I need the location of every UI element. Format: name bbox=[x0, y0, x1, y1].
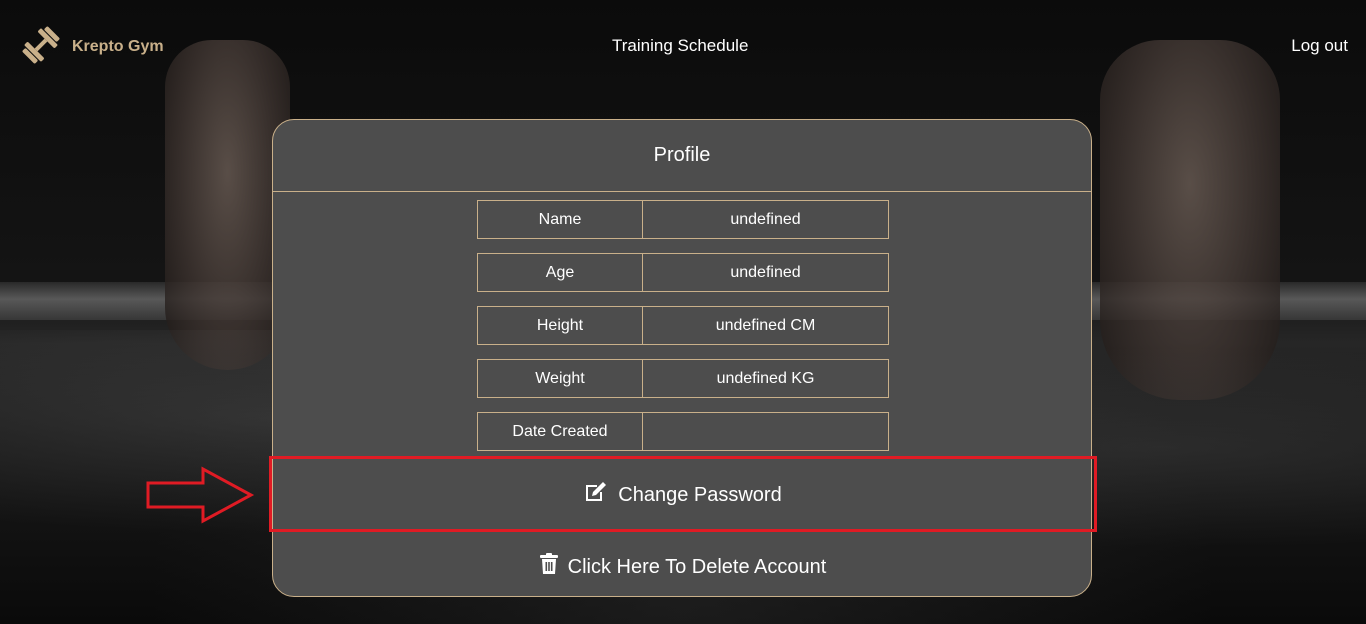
delete-account-label: Click Here To Delete Account bbox=[567, 555, 827, 578]
change-password-button[interactable]: Change Password bbox=[273, 460, 1093, 530]
row-label: Weight bbox=[478, 360, 643, 397]
row-label: Height bbox=[478, 307, 643, 344]
nav-logout-link[interactable]: Log out bbox=[1291, 36, 1348, 56]
delete-account-button[interactable]: Click Here To Delete Account bbox=[273, 540, 1093, 594]
profile-info-table: Name undefined Age undefined Height unde… bbox=[477, 200, 889, 465]
profile-card: Profile Name undefined Age undefined Hei… bbox=[272, 119, 1092, 597]
profile-row-weight: Weight undefined KG bbox=[477, 359, 889, 398]
brand-name: Krepto Gym bbox=[72, 38, 164, 55]
dumbbell-icon bbox=[20, 24, 62, 70]
nav-training-schedule-link[interactable]: Training Schedule bbox=[612, 36, 748, 56]
row-label: Date Created bbox=[478, 413, 643, 450]
row-value: undefined CM bbox=[715, 316, 816, 334]
row-value: undefined bbox=[730, 263, 801, 281]
row-value bbox=[643, 413, 888, 450]
profile-card-header: Profile bbox=[273, 120, 1091, 192]
trash-icon bbox=[539, 553, 558, 581]
profile-row-name: Name undefined bbox=[477, 200, 889, 239]
profile-title: Profile bbox=[653, 144, 711, 166]
top-navbar: Krepto Gym Training Schedule Log out bbox=[0, 0, 1366, 92]
row-value: undefined bbox=[730, 210, 801, 228]
row-label: Age bbox=[478, 254, 643, 291]
profile-row-date-created: Date Created bbox=[477, 412, 889, 451]
change-password-label: Change Password bbox=[618, 483, 782, 506]
profile-row-age: Age undefined bbox=[477, 253, 889, 292]
annotation-arrow-icon bbox=[145, 465, 257, 529]
brand-link[interactable]: Krepto Gym bbox=[20, 26, 164, 68]
edit-icon bbox=[584, 481, 608, 509]
row-label: Name bbox=[478, 201, 643, 238]
row-value: undefined KG bbox=[716, 369, 815, 387]
profile-row-height: Height undefined CM bbox=[477, 306, 889, 345]
